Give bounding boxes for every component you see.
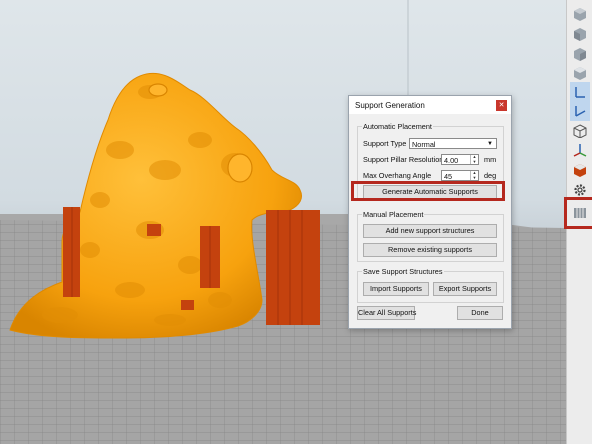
support-pillar bbox=[147, 224, 161, 236]
view-top-cube-icon[interactable] bbox=[570, 44, 590, 64]
view-iso-cube-icon[interactable] bbox=[570, 4, 590, 24]
export-supports-button[interactable]: Export Supports bbox=[433, 282, 497, 296]
overhang-angle-value: 45 bbox=[444, 172, 453, 181]
axis-z-icon[interactable] bbox=[570, 140, 590, 160]
support-type-label: Support Type bbox=[363, 139, 407, 148]
model-eye-left bbox=[148, 83, 168, 97]
chevron-down-icon: ▼ bbox=[487, 141, 493, 147]
support-type-select[interactable]: Normal ▼ bbox=[409, 138, 497, 149]
support-pillar bbox=[266, 210, 320, 325]
overhang-angle-label: Max Overhang Angle bbox=[363, 171, 432, 180]
view-side-cube-icon[interactable] bbox=[570, 63, 590, 83]
pillar-resolution-label: Support Pillar Resolution bbox=[363, 155, 444, 164]
pillar-resolution-input[interactable]: 4.00 ▲ ▼ bbox=[441, 154, 479, 165]
overhang-angle-unit: deg bbox=[484, 171, 497, 180]
wireframe-cube-icon[interactable] bbox=[570, 121, 590, 141]
automatic-placement-label: Automatic Placement bbox=[362, 122, 433, 131]
support-generation-dialog: Support Generation ✕ Automatic Placement… bbox=[348, 95, 512, 329]
dialog-title: Support Generation bbox=[355, 101, 425, 110]
dialog-titlebar[interactable]: Support Generation ✕ bbox=[349, 96, 511, 114]
close-icon[interactable]: ✕ bbox=[496, 100, 507, 111]
generate-button-highlight bbox=[351, 181, 505, 201]
spinner-icon[interactable]: ▲ ▼ bbox=[470, 154, 478, 164]
model-eye-right bbox=[227, 153, 253, 183]
model-body bbox=[9, 72, 303, 339]
support-type-value: Normal bbox=[412, 140, 436, 149]
pillar-resolution-unit: mm bbox=[484, 155, 497, 164]
manual-placement-label: Manual Placement bbox=[362, 210, 425, 219]
overhang-angle-input[interactable]: 45 ▲ ▼ bbox=[441, 170, 479, 181]
axis-icon[interactable] bbox=[570, 82, 590, 102]
remove-supports-button[interactable]: Remove existing supports bbox=[363, 243, 497, 257]
model-red-cube-icon[interactable] bbox=[570, 160, 590, 180]
axis-active-icon[interactable] bbox=[570, 101, 590, 121]
gear-icon[interactable] bbox=[570, 180, 590, 200]
support-pillar bbox=[181, 300, 194, 310]
save-structures-label: Save Support Structures bbox=[362, 267, 444, 276]
support-pillar bbox=[63, 207, 80, 297]
add-support-structures-button[interactable]: Add new support structures bbox=[363, 224, 497, 238]
clear-all-supports-button[interactable]: Clear All Supports bbox=[357, 306, 416, 320]
done-button[interactable]: Done bbox=[457, 306, 503, 320]
import-supports-button[interactable]: Import Supports bbox=[363, 282, 429, 296]
view-toolbar bbox=[564, 0, 592, 444]
support-structures-icon[interactable] bbox=[564, 197, 592, 229]
pillar-resolution-value: 4.00 bbox=[444, 156, 459, 165]
spinner-icon[interactable]: ▲ ▼ bbox=[470, 170, 478, 180]
view-front-cube-icon[interactable] bbox=[570, 24, 590, 44]
